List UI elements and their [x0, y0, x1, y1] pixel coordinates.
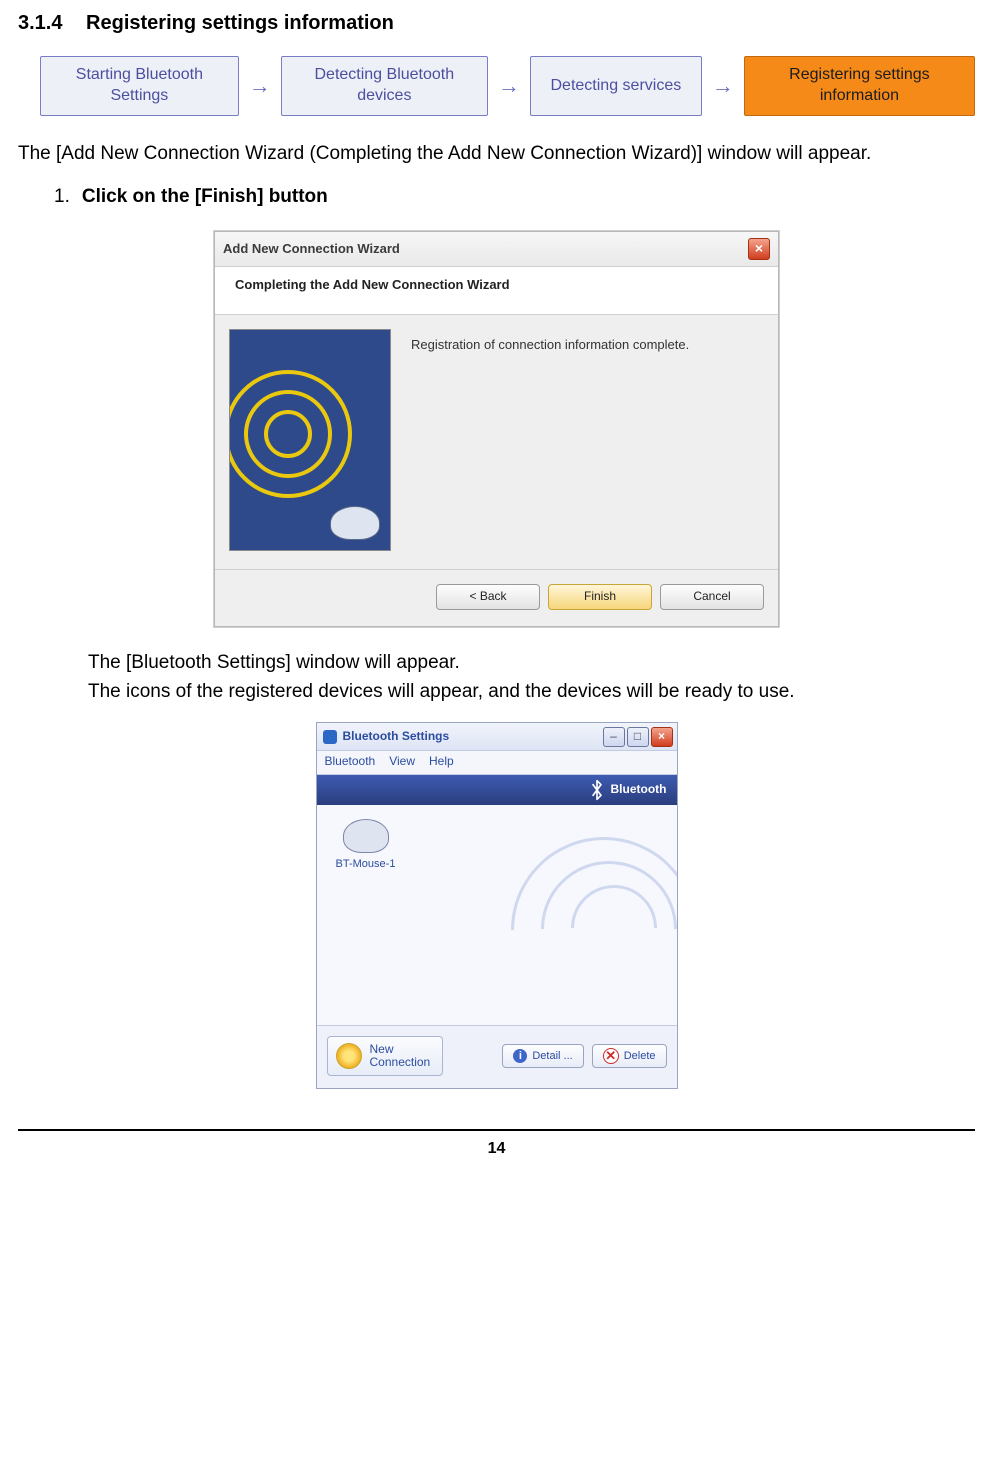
wizard-title-text: Add New Connection Wizard [223, 241, 400, 258]
close-button[interactable]: × [651, 727, 673, 747]
wizard-body: Registration of connection information c… [215, 315, 778, 569]
step-text: Click on the [Finish] button [82, 185, 328, 210]
delete-label: Delete [624, 1049, 656, 1063]
info-icon: i [513, 1049, 527, 1063]
intro-paragraph: The [Add New Connection Wizard (Completi… [18, 142, 975, 167]
close-icon[interactable]: × [748, 238, 770, 260]
flow-step-4: Registering settings information [744, 56, 975, 116]
flow-step-1: Starting Bluetooth Settings [40, 56, 239, 116]
wizard-window: Add New Connection Wizard × Completing t… [214, 231, 779, 626]
bt-brand-text: Bluetooth [611, 782, 667, 798]
detail-label: Detail ... [532, 1049, 572, 1063]
step-line: 1. Click on the [Finish] button [54, 185, 975, 210]
arrow-icon: → [712, 72, 734, 101]
newconn-label-1: New [370, 1042, 394, 1056]
arrow-icon: → [498, 72, 520, 101]
wizard-subtitle: Completing the Add New Connection Wizard [215, 267, 778, 315]
bluetooth-logo-icon [589, 779, 605, 801]
menu-help[interactable]: Help [429, 754, 454, 770]
menu-view[interactable]: View [389, 754, 415, 770]
flow-diagram: Starting Bluetooth Settings → Detecting … [40, 56, 975, 116]
wizard-footer: < Back Finish Cancel [215, 569, 778, 626]
finish-button[interactable]: Finish [548, 584, 652, 610]
bluetooth-icon [323, 730, 337, 744]
section-heading: 3.1.4 Registering settings information [18, 10, 975, 36]
arrow-icon: → [249, 72, 271, 101]
minimize-button[interactable]: – [603, 727, 625, 747]
newconn-label-2: Connection [370, 1055, 431, 1069]
device-item[interactable]: BT-Mouse-1 [331, 819, 401, 871]
mouse-device-icon [343, 819, 389, 853]
bt-device-area: BT-Mouse-1 [317, 805, 677, 1026]
device-label: BT-Mouse-1 [331, 857, 401, 871]
flow-step-3: Detecting services [530, 56, 702, 116]
back-button[interactable]: < Back [436, 584, 540, 610]
bluetooth-settings-window: Bluetooth Settings – □ × Bluetooth View … [316, 722, 678, 1089]
result-line-1: The [Bluetooth Settings] window will app… [88, 651, 975, 676]
bt-titlebar: Bluetooth Settings – □ × [317, 723, 677, 751]
wizard-titlebar: Add New Connection Wizard × [215, 232, 778, 267]
detail-button[interactable]: i Detail ... [502, 1044, 583, 1068]
delete-button[interactable]: ✕ Delete [592, 1044, 667, 1068]
bt-title-text: Bluetooth Settings [343, 729, 450, 745]
step-number: 1. [54, 185, 70, 210]
bt-footer: New Connection i Detail ... ✕ Delete [317, 1026, 677, 1088]
delete-icon: ✕ [603, 1048, 619, 1064]
section-title: Registering settings information [86, 12, 394, 34]
wizard-message: Registration of connection information c… [411, 329, 764, 559]
bt-menubar: Bluetooth View Help [317, 751, 677, 775]
bt-brand-bar: Bluetooth [317, 775, 677, 805]
cancel-button[interactable]: Cancel [660, 584, 764, 610]
result-line-2: The icons of the registered devices will… [88, 680, 975, 705]
new-connection-button[interactable]: New Connection [327, 1036, 444, 1076]
new-connection-icon [336, 1043, 362, 1069]
flow-step-2: Detecting Bluetooth devices [281, 56, 488, 116]
wizard-side-image [229, 329, 391, 551]
menu-bluetooth[interactable]: Bluetooth [325, 754, 376, 770]
mouse-icon [330, 506, 380, 540]
page-number: 14 [488, 1140, 506, 1157]
section-number: 3.1.4 [18, 12, 62, 34]
maximize-button[interactable]: □ [627, 727, 649, 747]
page-footer: 14 [18, 1129, 975, 1160]
window-buttons: – □ × [603, 727, 673, 747]
